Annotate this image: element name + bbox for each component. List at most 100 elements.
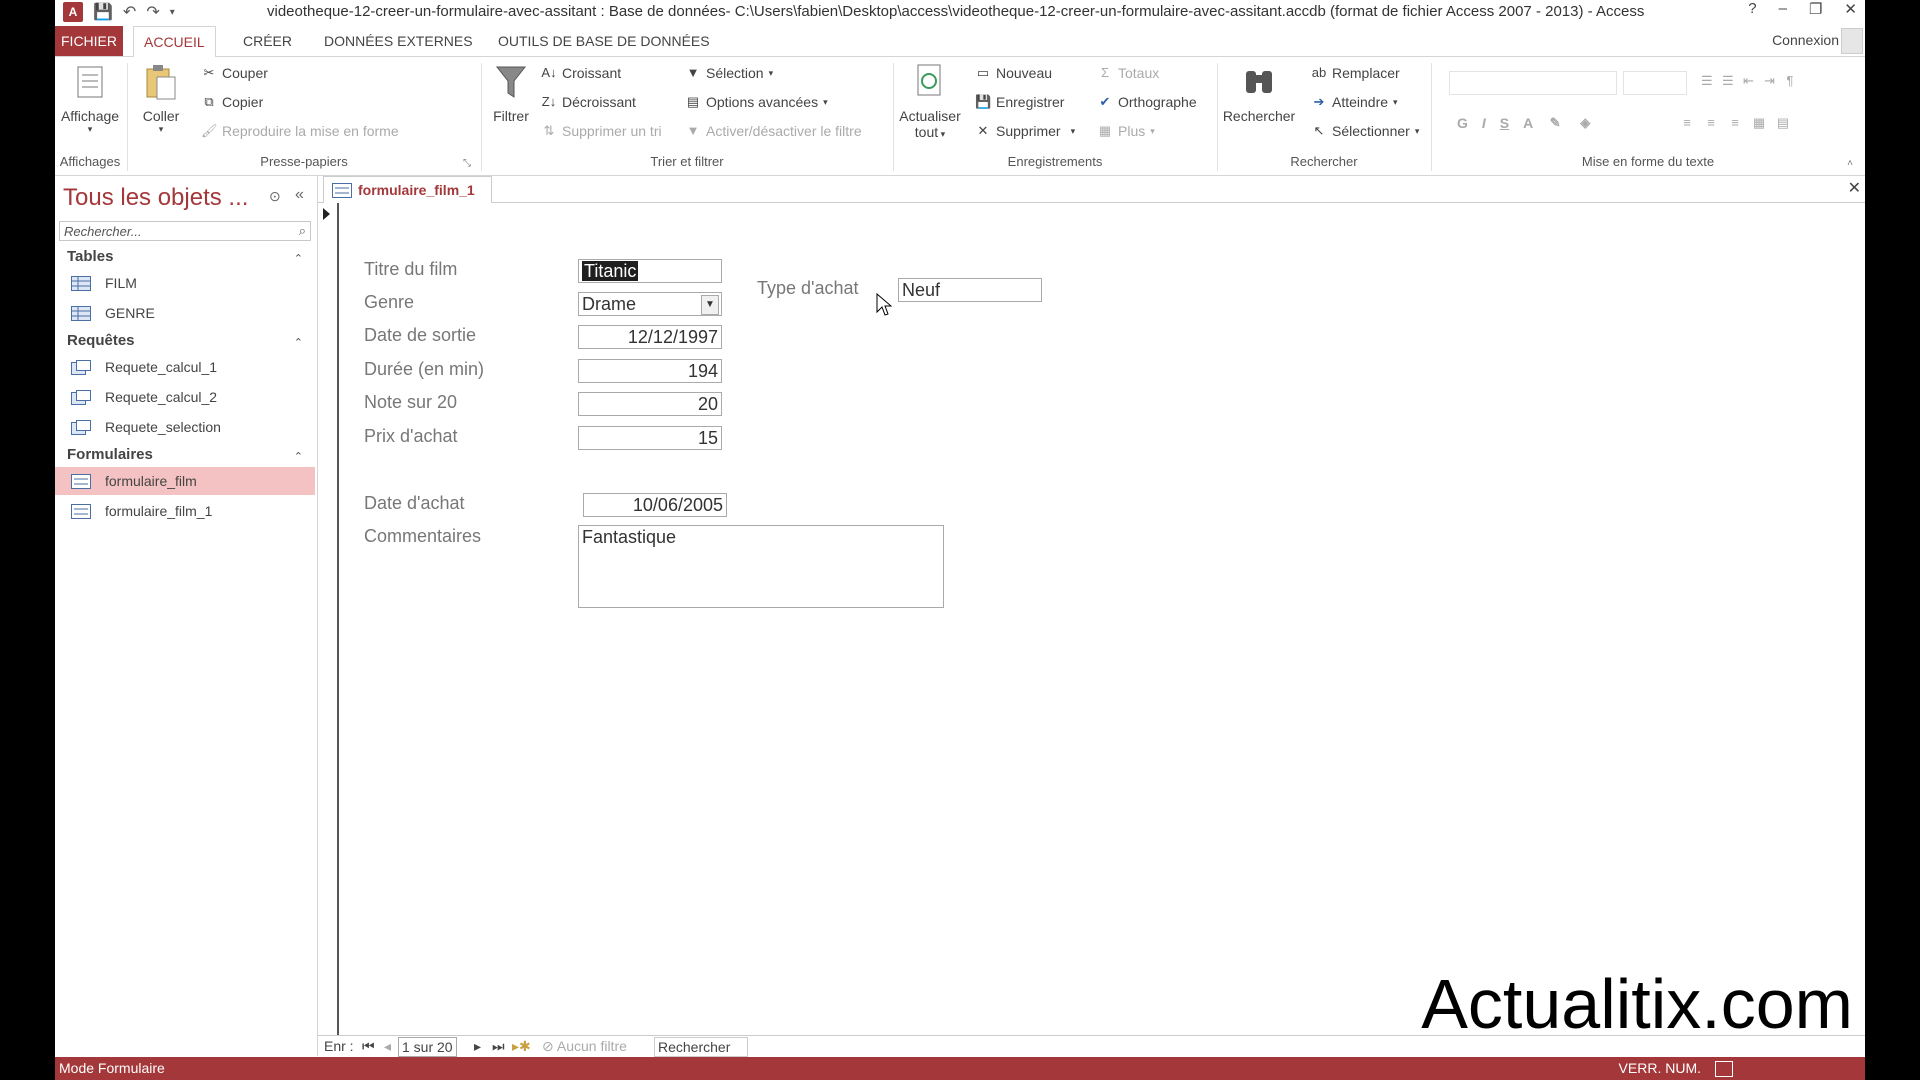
last-record-icon[interactable]: ⏭ [492, 1038, 505, 1055]
new-record-nav-icon[interactable]: ▸✱ [512, 1038, 531, 1055]
align-left-icon[interactable]: ≡ [1679, 115, 1695, 131]
nav-search-input[interactable]: Rechercher... ⌕ [59, 221, 311, 241]
coller-button[interactable]: Coller ▾ [135, 63, 187, 135]
tab-accueil[interactable]: ACCUEIL [133, 26, 216, 58]
reproduire-button[interactable]: 🖌 Reproduire la mise en forme [201, 123, 399, 139]
minimize-button[interactable]: – [1779, 0, 1787, 18]
tab-donnees-externes[interactable]: DONNÉES EXTERNES [314, 26, 483, 56]
format-painter-icon: 🖌 [201, 123, 218, 138]
nav-section-requetes[interactable]: Requêtes [67, 332, 135, 349]
activer-filtre-button[interactable]: ▼ Activer/désactiver le filtre [685, 123, 862, 139]
tab-formulaire-film-1[interactable]: formulaire_film_1 [323, 176, 492, 204]
nav-item-requete-calcul-2[interactable]: Requete_calcul_2 [55, 383, 315, 411]
previous-record-icon[interactable]: ◂ [384, 1038, 391, 1055]
no-filter-button[interactable]: ⊘ Aucun filtre [542, 1038, 627, 1055]
record-selector[interactable] [318, 203, 339, 1035]
nouveau-button[interactable]: ▭ Nouveau [975, 65, 1052, 81]
tab-creer[interactable]: CRÉER [233, 26, 302, 56]
atteindre-button[interactable]: ➔ Atteindre ▾ [1311, 94, 1398, 110]
nav-section-formulaires[interactable]: Formulaires [67, 446, 153, 463]
nav-item-requete-selection[interactable]: Requete_selection [55, 413, 315, 441]
fill-color-icon[interactable]: ◈ [1577, 115, 1593, 131]
align-center-icon[interactable]: ≡ [1703, 115, 1719, 131]
redo-icon[interactable]: ↷ [146, 2, 159, 22]
note-field[interactable]: 20 [578, 392, 722, 416]
avatar[interactable] [1841, 28, 1863, 54]
collapse-requetes-icon[interactable]: ⌃ [294, 336, 303, 349]
nav-title[interactable]: Tous les objets ... [63, 184, 248, 212]
nav-item-genre[interactable]: GENRE [55, 299, 315, 327]
selectionner-button[interactable]: ↖ Sélectionner ▾ [1311, 123, 1420, 139]
selection-button[interactable]: ▼ Sélection ▾ [685, 65, 774, 81]
titre-field[interactable]: Titanic [578, 259, 722, 283]
form-view-icon[interactable] [1715, 1061, 1733, 1077]
rechercher-button[interactable]: Rechercher [1219, 63, 1299, 124]
supprimer-button[interactable]: ✕ Supprimer ▾ [975, 123, 1076, 139]
type-achat-field[interactable]: Neuf [898, 278, 1042, 302]
couper-button[interactable]: ✂ Couper [201, 65, 268, 81]
font-size-select[interactable] [1623, 71, 1687, 95]
duree-field[interactable]: 194 [578, 359, 722, 383]
totaux-button[interactable]: Σ Totaux [1097, 65, 1159, 81]
dialog-launcher-icon[interactable]: ⤡ [463, 158, 471, 169]
customize-qat-icon[interactable]: ▾ [170, 7, 175, 18]
underline-button[interactable]: S [1500, 115, 1509, 131]
prix-field[interactable]: 15 [578, 426, 722, 450]
bold-button[interactable]: G [1457, 115, 1468, 131]
restore-button[interactable]: ❐ [1809, 0, 1822, 18]
paste-icon [146, 65, 176, 100]
close-document-icon[interactable]: ✕ [1848, 178, 1861, 198]
copier-button[interactable]: ⧉ Copier [201, 94, 263, 110]
collapse-ribbon-icon[interactable]: ˄ [1847, 158, 1853, 169]
decroissant-button[interactable]: Z↓ Décroissant [541, 94, 636, 110]
list-indent-buttons[interactable]: ☰ ☰ ⇤ ⇥ ¶ [1701, 73, 1801, 89]
nav-item-film[interactable]: FILM [55, 269, 315, 297]
tab-fichier[interactable]: FICHIER [55, 26, 123, 56]
commentaires-field[interactable]: Fantastique [578, 525, 944, 608]
font-name-select[interactable] [1449, 71, 1617, 95]
croissant-button[interactable]: A↓ Croissant [541, 65, 621, 81]
highlight-icon[interactable]: ✎ [1547, 115, 1563, 131]
tab-outils-bdd[interactable]: OUTILS DE BASE DE DONNÉES [488, 26, 720, 56]
filtrer-button[interactable]: Filtrer [483, 63, 539, 124]
genre-combobox[interactable]: Drame ▼ [578, 292, 722, 316]
nav-item-formulaire-film-1[interactable]: formulaire_film_1 [55, 497, 315, 525]
orthographe-button[interactable]: ✔ Orthographe [1097, 94, 1197, 110]
date-sortie-field[interactable]: 12/12/1997 [578, 325, 722, 349]
chevron-down-icon[interactable]: ▼ [701, 295, 719, 315]
align-right-icon[interactable]: ≡ [1727, 115, 1743, 131]
help-button[interactable]: ? [1748, 0, 1756, 18]
undo-icon[interactable]: ↶ [123, 2, 136, 22]
plus-button[interactable]: ▦ Plus ▾ [1097, 123, 1155, 139]
nav-item-requete-calcul-1[interactable]: Requete_calcul_1 [55, 353, 315, 381]
search-icon[interactable]: ⌕ [299, 223, 306, 239]
next-record-icon[interactable]: ▸ [474, 1038, 481, 1055]
collapse-tables-icon[interactable]: ⌃ [294, 252, 303, 265]
close-button[interactable]: ✕ [1844, 0, 1857, 18]
remplacer-button[interactable]: ab Remplacer [1311, 65, 1400, 81]
status-mode: Mode Formulaire [59, 1060, 165, 1076]
nav-section-tables[interactable]: Tables [67, 248, 113, 265]
nav-menu-icon[interactable]: ⊙ [269, 188, 281, 205]
collapse-formulaires-icon[interactable]: ⌃ [294, 450, 303, 463]
save-icon[interactable]: 💾 [93, 2, 113, 22]
delete-icon: ✕ [977, 123, 989, 138]
enregistrer-button[interactable]: 💾 Enregistrer [975, 94, 1064, 110]
connexion-link[interactable]: Connexion [1772, 32, 1839, 48]
date-achat-field[interactable]: 10/06/2005 [583, 493, 727, 517]
gridlines-icon[interactable]: ▤ [1775, 115, 1791, 131]
supprimer-tri-button[interactable]: ⇅ Supprimer un tri [541, 123, 662, 139]
nav-item-formulaire-film[interactable]: formulaire_film [55, 467, 315, 495]
affichage-button[interactable]: Affichage ▾ [55, 63, 125, 135]
record-position-field[interactable]: 1 sur 20 [398, 1037, 457, 1057]
access-logo-icon: A [63, 2, 83, 22]
font-color-button[interactable]: A [1523, 115, 1533, 131]
grid-icon[interactable]: ▦ [1751, 115, 1767, 131]
record-search-input[interactable]: Rechercher [654, 1037, 748, 1057]
nav-collapse-icon[interactable]: « [295, 186, 304, 204]
font-style-buttons: G I S A ✎ ◈ [1457, 115, 1593, 131]
italic-button[interactable]: I [1482, 115, 1486, 131]
options-avancees-button[interactable]: ▤ Options avancées ▾ [685, 94, 828, 110]
actualiser-button[interactable]: Actualiser tout ▾ [895, 63, 965, 140]
first-record-icon[interactable]: ⏮ [362, 1038, 375, 1055]
